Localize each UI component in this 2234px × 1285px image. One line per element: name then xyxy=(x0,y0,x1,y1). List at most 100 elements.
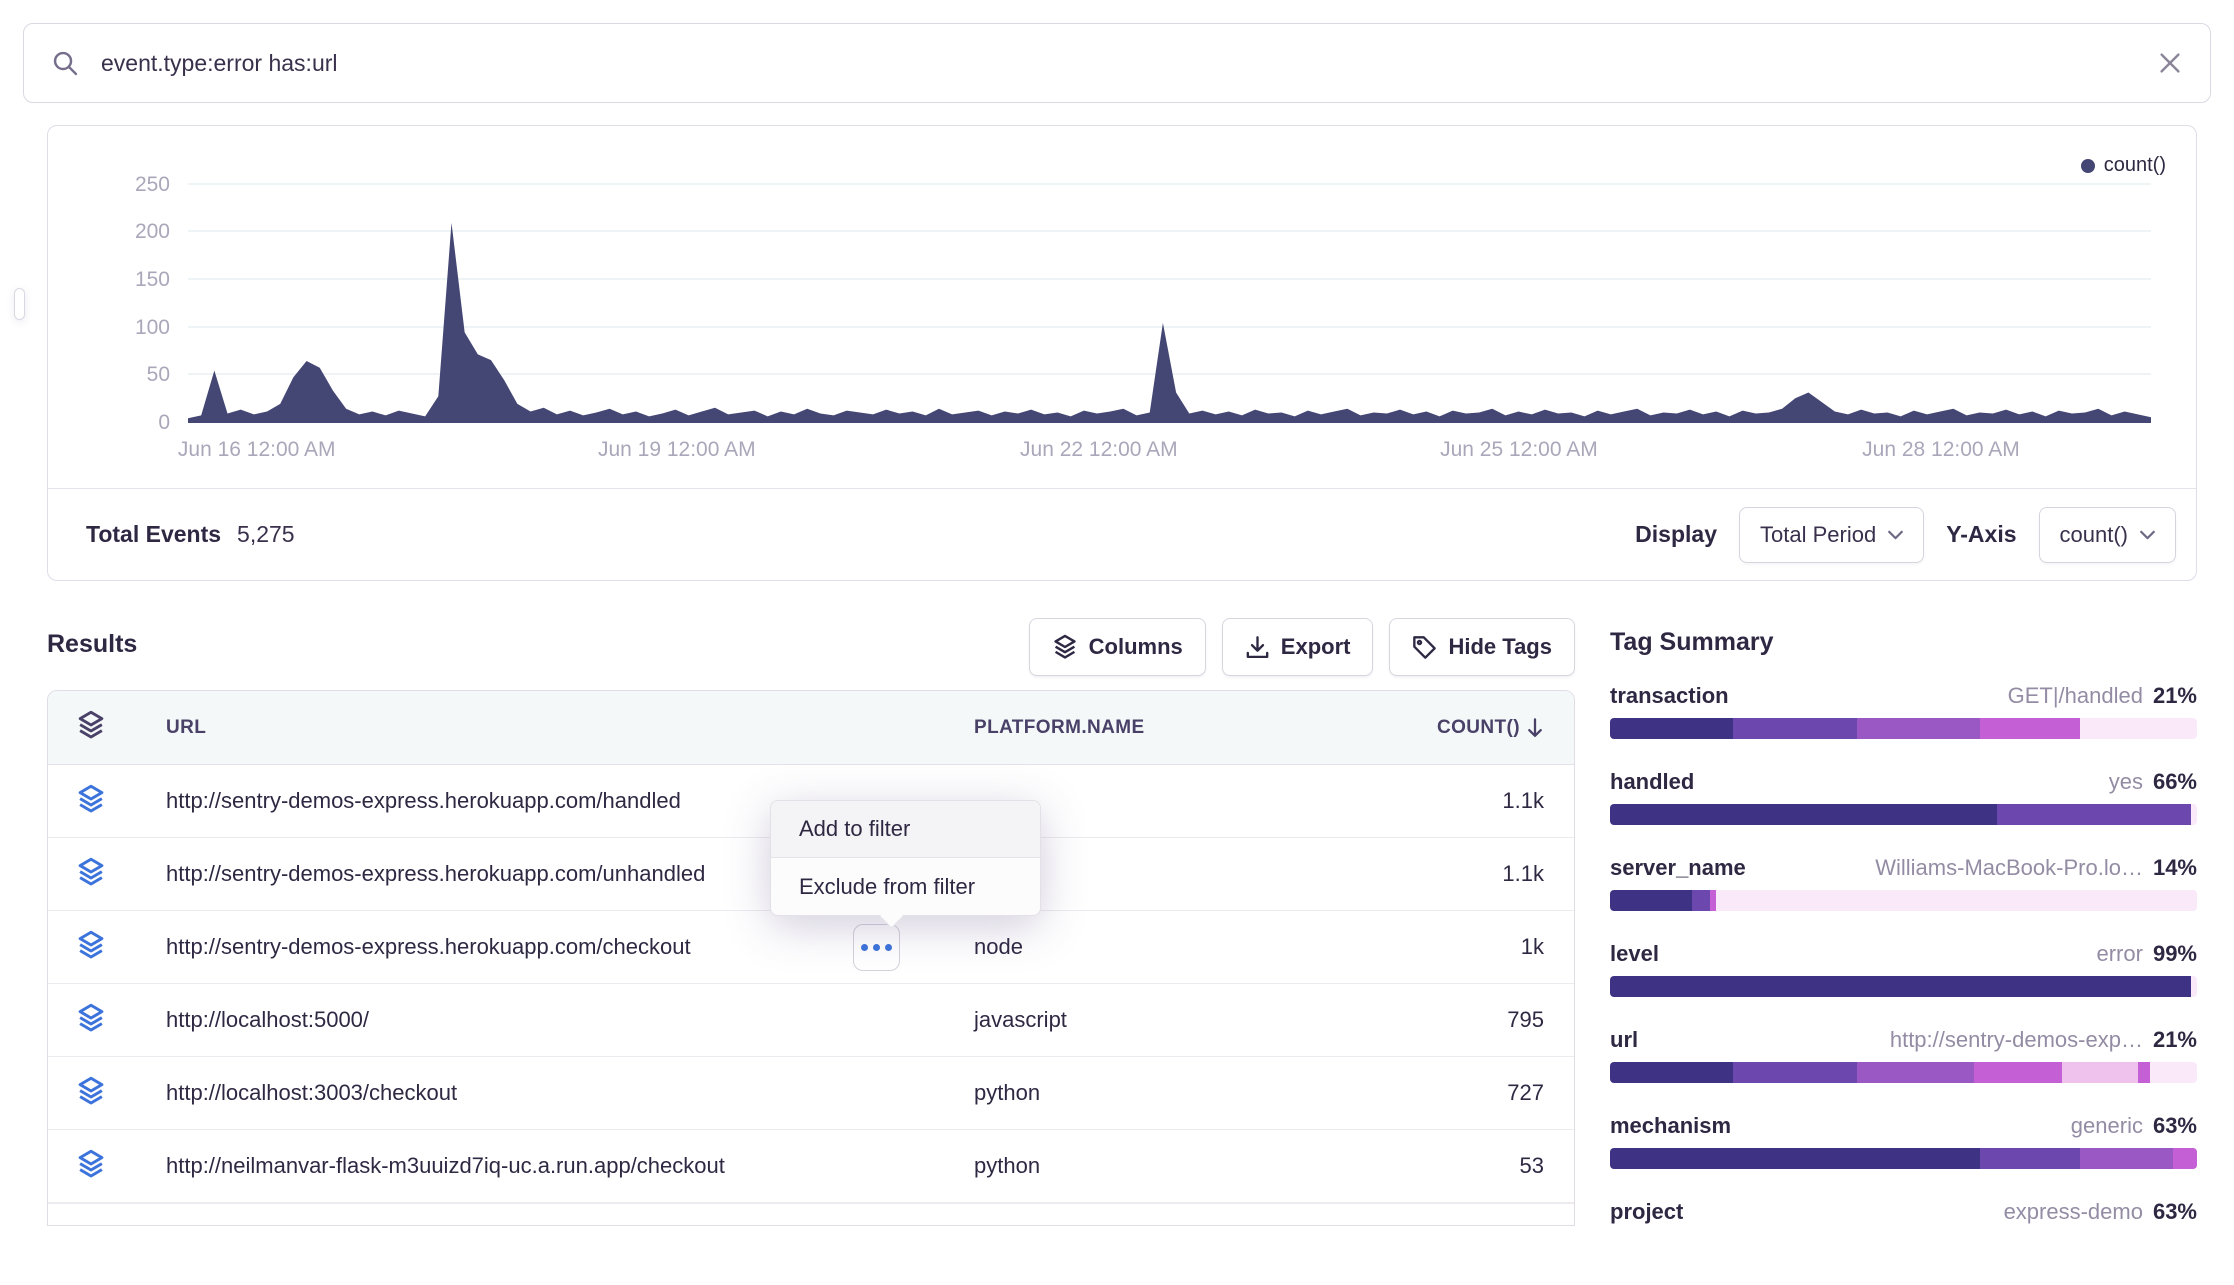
tag-distribution-bar[interactable] xyxy=(1610,890,2197,911)
y-axis-tick: 250 xyxy=(70,173,170,197)
layers-icon xyxy=(76,1076,166,1111)
tag-row-transaction: transaction GET|/handled 21% xyxy=(1610,683,2197,739)
yaxis-label: Y-Axis xyxy=(1946,521,2016,548)
tag-label: mechanism xyxy=(1610,1113,1731,1139)
url-cell[interactable]: http://localhost:5000/ xyxy=(166,1007,974,1033)
sort-desc-icon xyxy=(1526,718,1544,738)
menu-item-add-to-filter[interactable]: Add to filter xyxy=(771,801,1040,858)
display-dropdown[interactable]: Total Period xyxy=(1739,507,1924,563)
tag-distribution-bar[interactable] xyxy=(1610,1234,2197,1255)
ellipsis-icon xyxy=(873,944,880,951)
tag-row-mechanism: mechanism generic 63% xyxy=(1610,1113,2197,1169)
x-axis-tick: Jun 22 12:00 AM xyxy=(1020,438,1178,462)
layers-icon[interactable] xyxy=(76,710,166,745)
events-chart-card: count() 250 200 150 100 50 0 Jun 16 12:0… xyxy=(47,125,2197,581)
column-header-count[interactable]: COUNT() xyxy=(1394,717,1544,739)
tag-top-value: error xyxy=(2097,941,2143,967)
tag-top-value: generic xyxy=(2071,1113,2143,1139)
results-toolbar: Columns Export Hide Tags xyxy=(47,618,1575,676)
tag-label: server_name xyxy=(1610,855,1746,881)
tag-label: url xyxy=(1610,1027,1638,1053)
tag-bar-segment xyxy=(1610,890,1692,911)
tag-row-url: url http://sentry-demos-exp… 21% xyxy=(1610,1027,2197,1083)
tag-row-handled: handled yes 66% xyxy=(1610,769,2197,825)
tag-row-project: project express-demo 63% xyxy=(1610,1199,2197,1255)
yaxis-dropdown[interactable]: count() xyxy=(2039,507,2176,563)
tag-row-level: level error 99% xyxy=(1610,941,2197,997)
y-axis-tick: 150 xyxy=(70,268,170,292)
search-icon xyxy=(52,50,79,77)
tag-bar-segment xyxy=(1980,1148,2080,1169)
table-row[interactable]: http://localhost:3003/checkout python 72… xyxy=(48,1057,1574,1130)
tag-bar-segment xyxy=(1610,1148,1980,1169)
url-cell[interactable]: http://neilmanvar-flask-m3uuizd7iq-uc.a.… xyxy=(166,1153,974,1179)
table-row[interactable]: http://neilmanvar-flask-m3uuizd7iq-uc.a.… xyxy=(48,1130,1574,1203)
tag-bar-segment xyxy=(2080,718,2197,739)
tag-top-value: GET|/handled xyxy=(2008,683,2143,709)
x-axis-tick: Jun 28 12:00 AM xyxy=(1862,438,2020,462)
tag-top-value: express-demo xyxy=(2004,1199,2143,1225)
chevron-down-icon xyxy=(1888,530,1903,540)
tag-summary-heading: Tag Summary xyxy=(1610,628,2197,657)
tag-top-pct: 63% xyxy=(2153,1199,2197,1225)
chart-footer: Total Events 5,275 Display Total Period … xyxy=(48,488,2196,580)
tag-label: transaction xyxy=(1610,683,1729,709)
menu-item-exclude-from-filter[interactable]: Exclude from filter xyxy=(771,858,1040,915)
tag-label: level xyxy=(1610,941,1659,967)
close-icon[interactable] xyxy=(2158,51,2182,75)
count-cell: 53 xyxy=(1394,1153,1544,1179)
tag-top-value: Williams-MacBook-Pro.lo… xyxy=(1875,855,2143,881)
hide-tags-button[interactable]: Hide Tags xyxy=(1389,618,1575,676)
columns-button[interactable]: Columns xyxy=(1029,618,1206,676)
tag-top-pct: 14% xyxy=(2153,855,2197,881)
column-header-platform[interactable]: PLATFORM.NAME xyxy=(974,717,1394,739)
tag-distribution-bar[interactable] xyxy=(1610,804,2197,825)
tag-bar-segment xyxy=(1610,718,1733,739)
total-events-value: 5,275 xyxy=(237,521,295,548)
tag-distribution-bar[interactable] xyxy=(1610,1062,2197,1083)
sidebar-collapse-handle[interactable] xyxy=(14,288,25,320)
tag-icon xyxy=(1412,635,1437,660)
tag-bar-segment xyxy=(1692,890,1710,911)
y-axis-tick: 200 xyxy=(70,220,170,244)
layers-icon xyxy=(76,784,166,819)
tag-top-pct: 21% xyxy=(2153,1027,2197,1053)
display-label: Display xyxy=(1635,521,1717,548)
tag-bar-segment xyxy=(1610,976,2191,997)
tag-bar-segment xyxy=(2173,1148,2196,1169)
total-events-label: Total Events xyxy=(86,521,221,548)
url-cell[interactable]: http://localhost:3003/checkout xyxy=(166,1080,974,1106)
export-button-label: Export xyxy=(1281,634,1351,660)
layers-icon xyxy=(76,1003,166,1038)
cell-context-menu: Add to filter Exclude from filter xyxy=(770,800,1041,916)
tag-bar-segment xyxy=(1733,1062,1856,1083)
tag-distribution-bar[interactable] xyxy=(1610,976,2197,997)
ellipsis-icon xyxy=(861,944,868,951)
tag-label: project xyxy=(1610,1199,1683,1225)
tag-top-pct: 66% xyxy=(2153,769,2197,795)
layers-icon xyxy=(76,857,166,892)
cell-actions-button[interactable] xyxy=(853,924,900,971)
tag-top-pct: 21% xyxy=(2153,683,2197,709)
layers-icon xyxy=(76,1149,166,1184)
table-row[interactable]: http://sentry-demos-express.herokuapp.co… xyxy=(48,911,1574,984)
tag-distribution-bar[interactable] xyxy=(1610,1148,2197,1169)
event-area-chart[interactable]: 250 200 150 100 50 0 xyxy=(188,156,2151,423)
hide-tags-button-label: Hide Tags xyxy=(1448,634,1552,660)
table-row[interactable]: http://localhost:5000/ javascript 795 xyxy=(48,984,1574,1057)
search-input[interactable]: event.type:error has:url xyxy=(101,50,2158,77)
tag-bar-segment xyxy=(2080,1148,2174,1169)
count-cell: 795 xyxy=(1394,1007,1544,1033)
tag-distribution-bar[interactable] xyxy=(1610,718,2197,739)
layers-icon xyxy=(1052,634,1078,660)
tag-bar-segment xyxy=(1974,1062,2062,1083)
export-button[interactable]: Export xyxy=(1222,618,1374,676)
tag-bar-segment xyxy=(1980,718,2080,739)
tag-bar-segment xyxy=(2062,1062,2138,1083)
tag-bar-segment xyxy=(2191,804,2197,825)
area-series xyxy=(188,156,2151,423)
search-bar[interactable]: event.type:error has:url xyxy=(23,23,2211,103)
column-header-url[interactable]: URL xyxy=(166,717,974,739)
y-axis-tick: 100 xyxy=(70,316,170,340)
chevron-down-icon xyxy=(2140,530,2155,540)
